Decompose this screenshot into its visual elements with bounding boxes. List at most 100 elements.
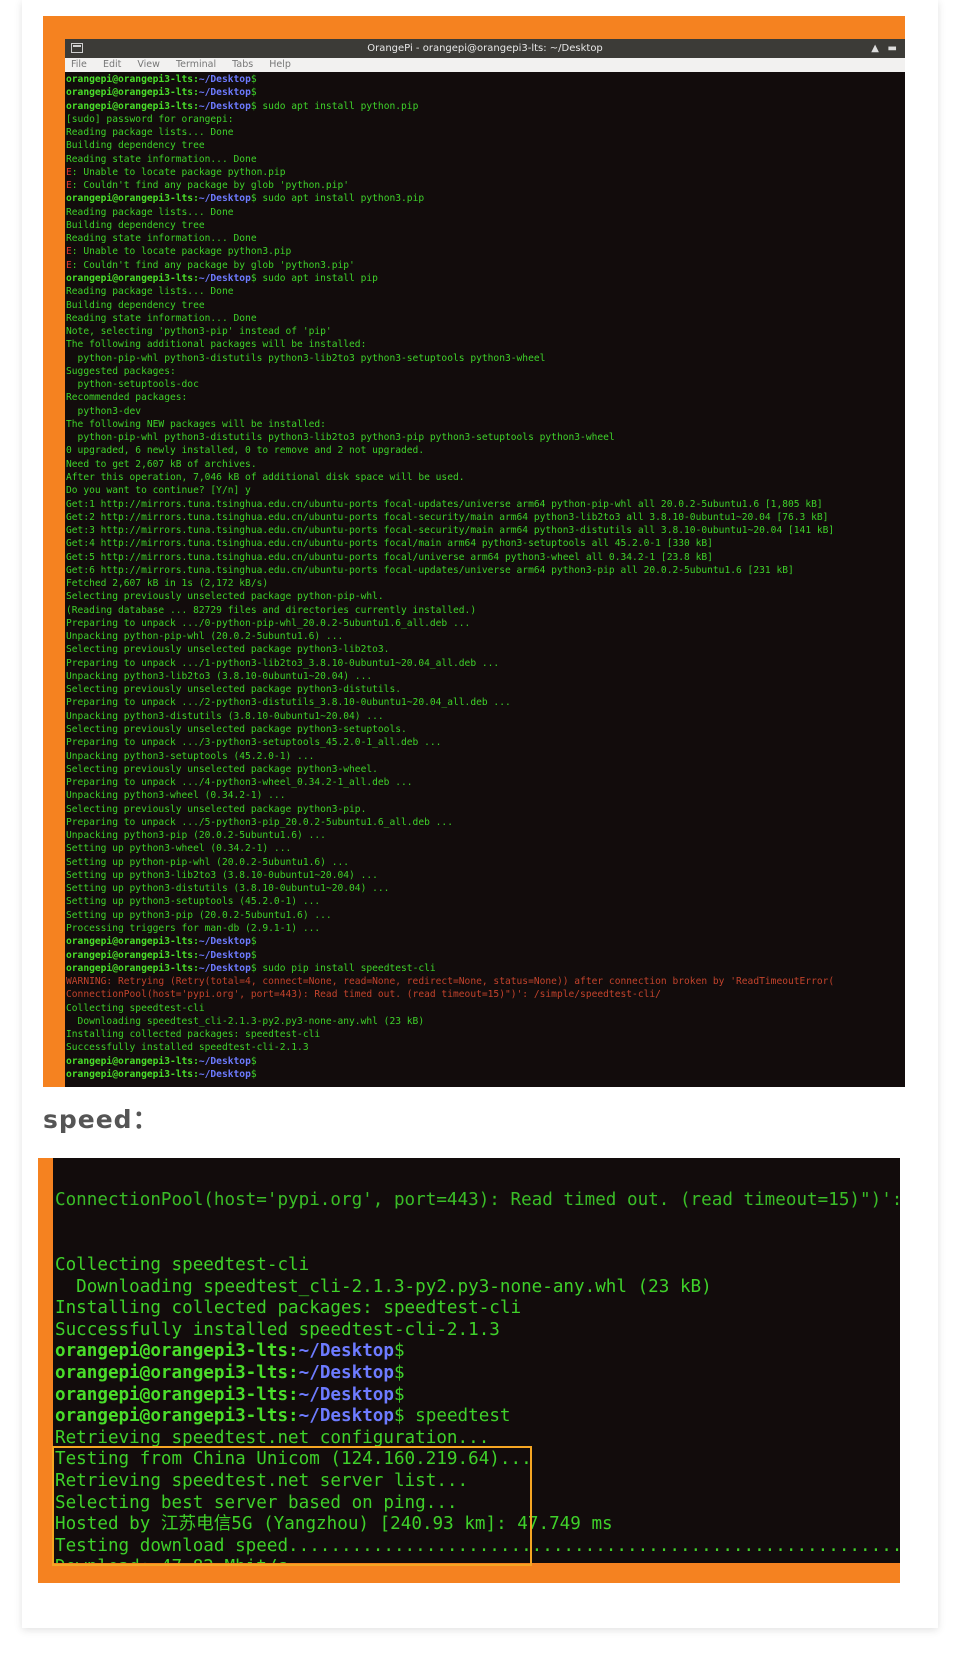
prompt-user: orangepi@orangepi3-lts bbox=[66, 962, 194, 974]
output-text: Setting up python3-setuptools (45.2.0-1)… bbox=[66, 896, 321, 908]
terminal-line: Installing collected packages: speedtest… bbox=[53, 1298, 900, 1320]
error-text: : Couldn't find any package by glob 'pyt… bbox=[71, 259, 355, 271]
prompt-user: orangepi@orangepi3-lts bbox=[66, 936, 194, 948]
output-text: Get:6 http://mirrors.tuna.tsinghua.edu.c… bbox=[66, 564, 794, 576]
output-text: Setting up python3-wheel (0.34.2-1) ... bbox=[66, 843, 292, 855]
terminal-line: python3-dev bbox=[66, 405, 905, 418]
terminal-output[interactable]: orangepi@orangepi3-lts:~/Desktop$ orangep… bbox=[65, 72, 905, 1081]
terminal-line: Downloading speedtest_cli-2.1.3-py2.py3-… bbox=[66, 1015, 905, 1028]
prompt-user: orangepi@orangepi3-lts bbox=[55, 1384, 289, 1405]
prompt-user: orangepi@orangepi3-lts bbox=[66, 949, 194, 961]
terminal-line: Selecting previously unselected package … bbox=[66, 723, 905, 736]
terminal-line: Building dependency tree bbox=[66, 139, 905, 152]
menu-help[interactable]: Help bbox=[269, 59, 291, 70]
terminal-line: Reading state information... Done bbox=[66, 312, 905, 325]
terminal-line: python-pip-whl python3-distutils python3… bbox=[66, 352, 905, 365]
terminal-line: Preparing to unpack .../0-python-pip-whl… bbox=[66, 617, 905, 630]
terminal-line: The following additional packages will b… bbox=[66, 338, 905, 351]
terminal-line: Unpacking python3-distutils (3.8.10-0ubu… bbox=[66, 710, 905, 723]
prompt-path: ~/Desktop bbox=[198, 936, 251, 948]
prompt-path: ~/Desktop bbox=[198, 272, 251, 284]
output-text: Setting up python3-pip (20.0.2-5ubuntu1.… bbox=[66, 909, 332, 921]
terminal-line: Unpacking python3-setuptools (45.2.0-1) … bbox=[66, 750, 905, 763]
terminal-line: orangepi@orangepi3-lts:~/Desktop$ sudo a… bbox=[66, 100, 905, 113]
menu-edit[interactable]: Edit bbox=[103, 59, 121, 70]
terminal-line: orangepi@orangepi3-lts:~/Desktop$ bbox=[66, 1055, 905, 1068]
output-text: Setting up python3-distutils (3.8.10-0ub… bbox=[66, 883, 390, 895]
terminal-line: Get:2 http://mirrors.tuna.tsinghua.edu.c… bbox=[66, 511, 905, 524]
output-text: Do you want to continue? [Y/n] y bbox=[66, 485, 251, 497]
prompt-user: orangepi@orangepi3-lts bbox=[66, 87, 194, 99]
menu-terminal[interactable]: Terminal bbox=[176, 59, 216, 70]
terminal-line: orangepi@orangepi3-lts:~/Desktop$ sudo a… bbox=[66, 272, 905, 285]
menu-view[interactable]: View bbox=[137, 59, 160, 70]
output-text: Retrieving speedtest.net server list... bbox=[55, 1470, 469, 1491]
terminal-line: Selecting previously unselected package … bbox=[66, 643, 905, 656]
terminal-line: orangepi@orangepi3-lts:~/Desktop$ speedt… bbox=[53, 1406, 900, 1428]
output-text: Need to get 2,607 kB of archives. bbox=[66, 458, 257, 470]
prompt-dollar: $ bbox=[393, 1362, 405, 1383]
prompt-separator: : bbox=[288, 1362, 299, 1383]
output-text: Selecting best server based on ping... bbox=[55, 1492, 458, 1513]
warning-text: ConnectionPool(host='pypi.org', port=443… bbox=[66, 989, 661, 1001]
output-text: Selecting previously unselected package … bbox=[66, 763, 378, 775]
warning-text: WARNING: Retrying (Retry(total=4, connec… bbox=[66, 976, 835, 988]
output-text: Preparing to unpack .../2-python3-distut… bbox=[66, 697, 511, 709]
prompt-path: ~/Desktop bbox=[198, 100, 251, 112]
terminal-line: E: Unable to locate package python.pip bbox=[66, 166, 905, 179]
command-text: sudo apt install pip bbox=[256, 272, 378, 284]
command-text: sudo apt install python3.pip bbox=[256, 193, 425, 205]
terminal-line: Preparing to unpack .../3-python3-setupt… bbox=[66, 736, 905, 749]
terminal-line: Setting up python3-lib2to3 (3.8.10-0ubun… bbox=[66, 869, 905, 882]
prompt-separator: : bbox=[288, 1341, 299, 1362]
output-text: Installing collected packages: speedtest… bbox=[66, 1029, 321, 1041]
speedtest-terminal-output[interactable]: ConnectionPool(host='pypi.org', port=443… bbox=[53, 1158, 900, 1563]
terminal-line: Reading state information... Done bbox=[66, 232, 905, 245]
output-text: python-pip-whl python3-distutils python3… bbox=[66, 352, 546, 364]
terminal-line: orangepi@orangepi3-lts:~/Desktop$ bbox=[66, 1068, 905, 1081]
terminal-line: Preparing to unpack .../1-python3-lib2to… bbox=[66, 657, 905, 670]
prompt-user: orangepi@orangepi3-lts bbox=[66, 1068, 194, 1080]
terminal-line: Downloading speedtest_cli-2.1.3-py2.py3-… bbox=[53, 1277, 900, 1299]
output-text: Building dependency tree bbox=[66, 299, 205, 311]
terminal-line: Reading package lists... Done bbox=[66, 206, 905, 219]
menu-tabs[interactable]: Tabs bbox=[232, 59, 253, 70]
terminal-line: Unpacking python3-lib2to3 (3.8.10-0ubunt… bbox=[66, 670, 905, 683]
minimize-icon[interactable]: ▬ bbox=[888, 39, 897, 58]
output-text: Collecting speedtest-cli bbox=[66, 1002, 205, 1014]
menu-file[interactable]: File bbox=[71, 59, 87, 70]
output-text: Successfully installed speedtest-cli-2.1… bbox=[66, 1042, 309, 1054]
output-text: Get:3 http://mirrors.tuna.tsinghua.edu.c… bbox=[66, 525, 835, 537]
terminal-line: Suggested packages: bbox=[66, 365, 905, 378]
output-text: Retrieving speedtest.net configuration..… bbox=[55, 1427, 490, 1448]
prompt-path: ~/Desktop bbox=[198, 193, 251, 205]
terminal-line: Reading package lists... Done bbox=[66, 126, 905, 139]
output-text: Reading package lists... Done bbox=[66, 286, 234, 298]
terminal-line: Unpacking python3-pip (20.0.2-5ubuntu1.6… bbox=[66, 829, 905, 842]
prompt-dollar: $ bbox=[250, 74, 257, 85]
output-text: Reading state information... Done bbox=[66, 233, 257, 245]
error-text: : Unable to locate package python3.pip bbox=[71, 246, 292, 258]
prompt-dollar: $ bbox=[250, 1068, 257, 1080]
terminal-line: Processing triggers for man-db (2.9.1-1)… bbox=[66, 922, 905, 935]
terminal-line: Recommended packages: bbox=[66, 391, 905, 404]
output-text: Selecting previously unselected package … bbox=[66, 591, 384, 603]
output-text: Preparing to unpack .../4-python3-wheel_… bbox=[66, 777, 413, 789]
terminal-line: Setting up python3-pip (20.0.2-5ubuntu1.… bbox=[66, 909, 905, 922]
output-text: Reading package lists... Done bbox=[66, 127, 234, 139]
prompt-user: orangepi@orangepi3-lts bbox=[55, 1406, 289, 1427]
prompt-user: orangepi@orangepi3-lts bbox=[66, 74, 194, 85]
window-menu-icon[interactable] bbox=[71, 43, 83, 53]
output-text: Note, selecting 'python3-pip' instead of… bbox=[66, 326, 332, 338]
terminal-line: E: Couldn't find any package by glob 'py… bbox=[66, 259, 905, 272]
arrow-up-icon[interactable]: ▲ bbox=[871, 39, 879, 58]
terminal-line: (Reading database ... 82729 files and di… bbox=[66, 604, 905, 617]
terminal-line: Fetched 2,607 kB in 1s (2,172 kB/s) bbox=[66, 577, 905, 590]
prompt-user: orangepi@orangepi3-lts bbox=[66, 272, 194, 284]
command-text: speedtest bbox=[404, 1406, 511, 1427]
prompt-separator: : bbox=[288, 1406, 299, 1427]
output-text: Preparing to unpack .../1-python3-lib2to… bbox=[66, 657, 500, 669]
prompt-separator: : bbox=[288, 1384, 299, 1405]
terminal-line: Selecting previously unselected package … bbox=[66, 803, 905, 816]
output-text: Get:1 http://mirrors.tuna.tsinghua.edu.c… bbox=[66, 498, 823, 510]
